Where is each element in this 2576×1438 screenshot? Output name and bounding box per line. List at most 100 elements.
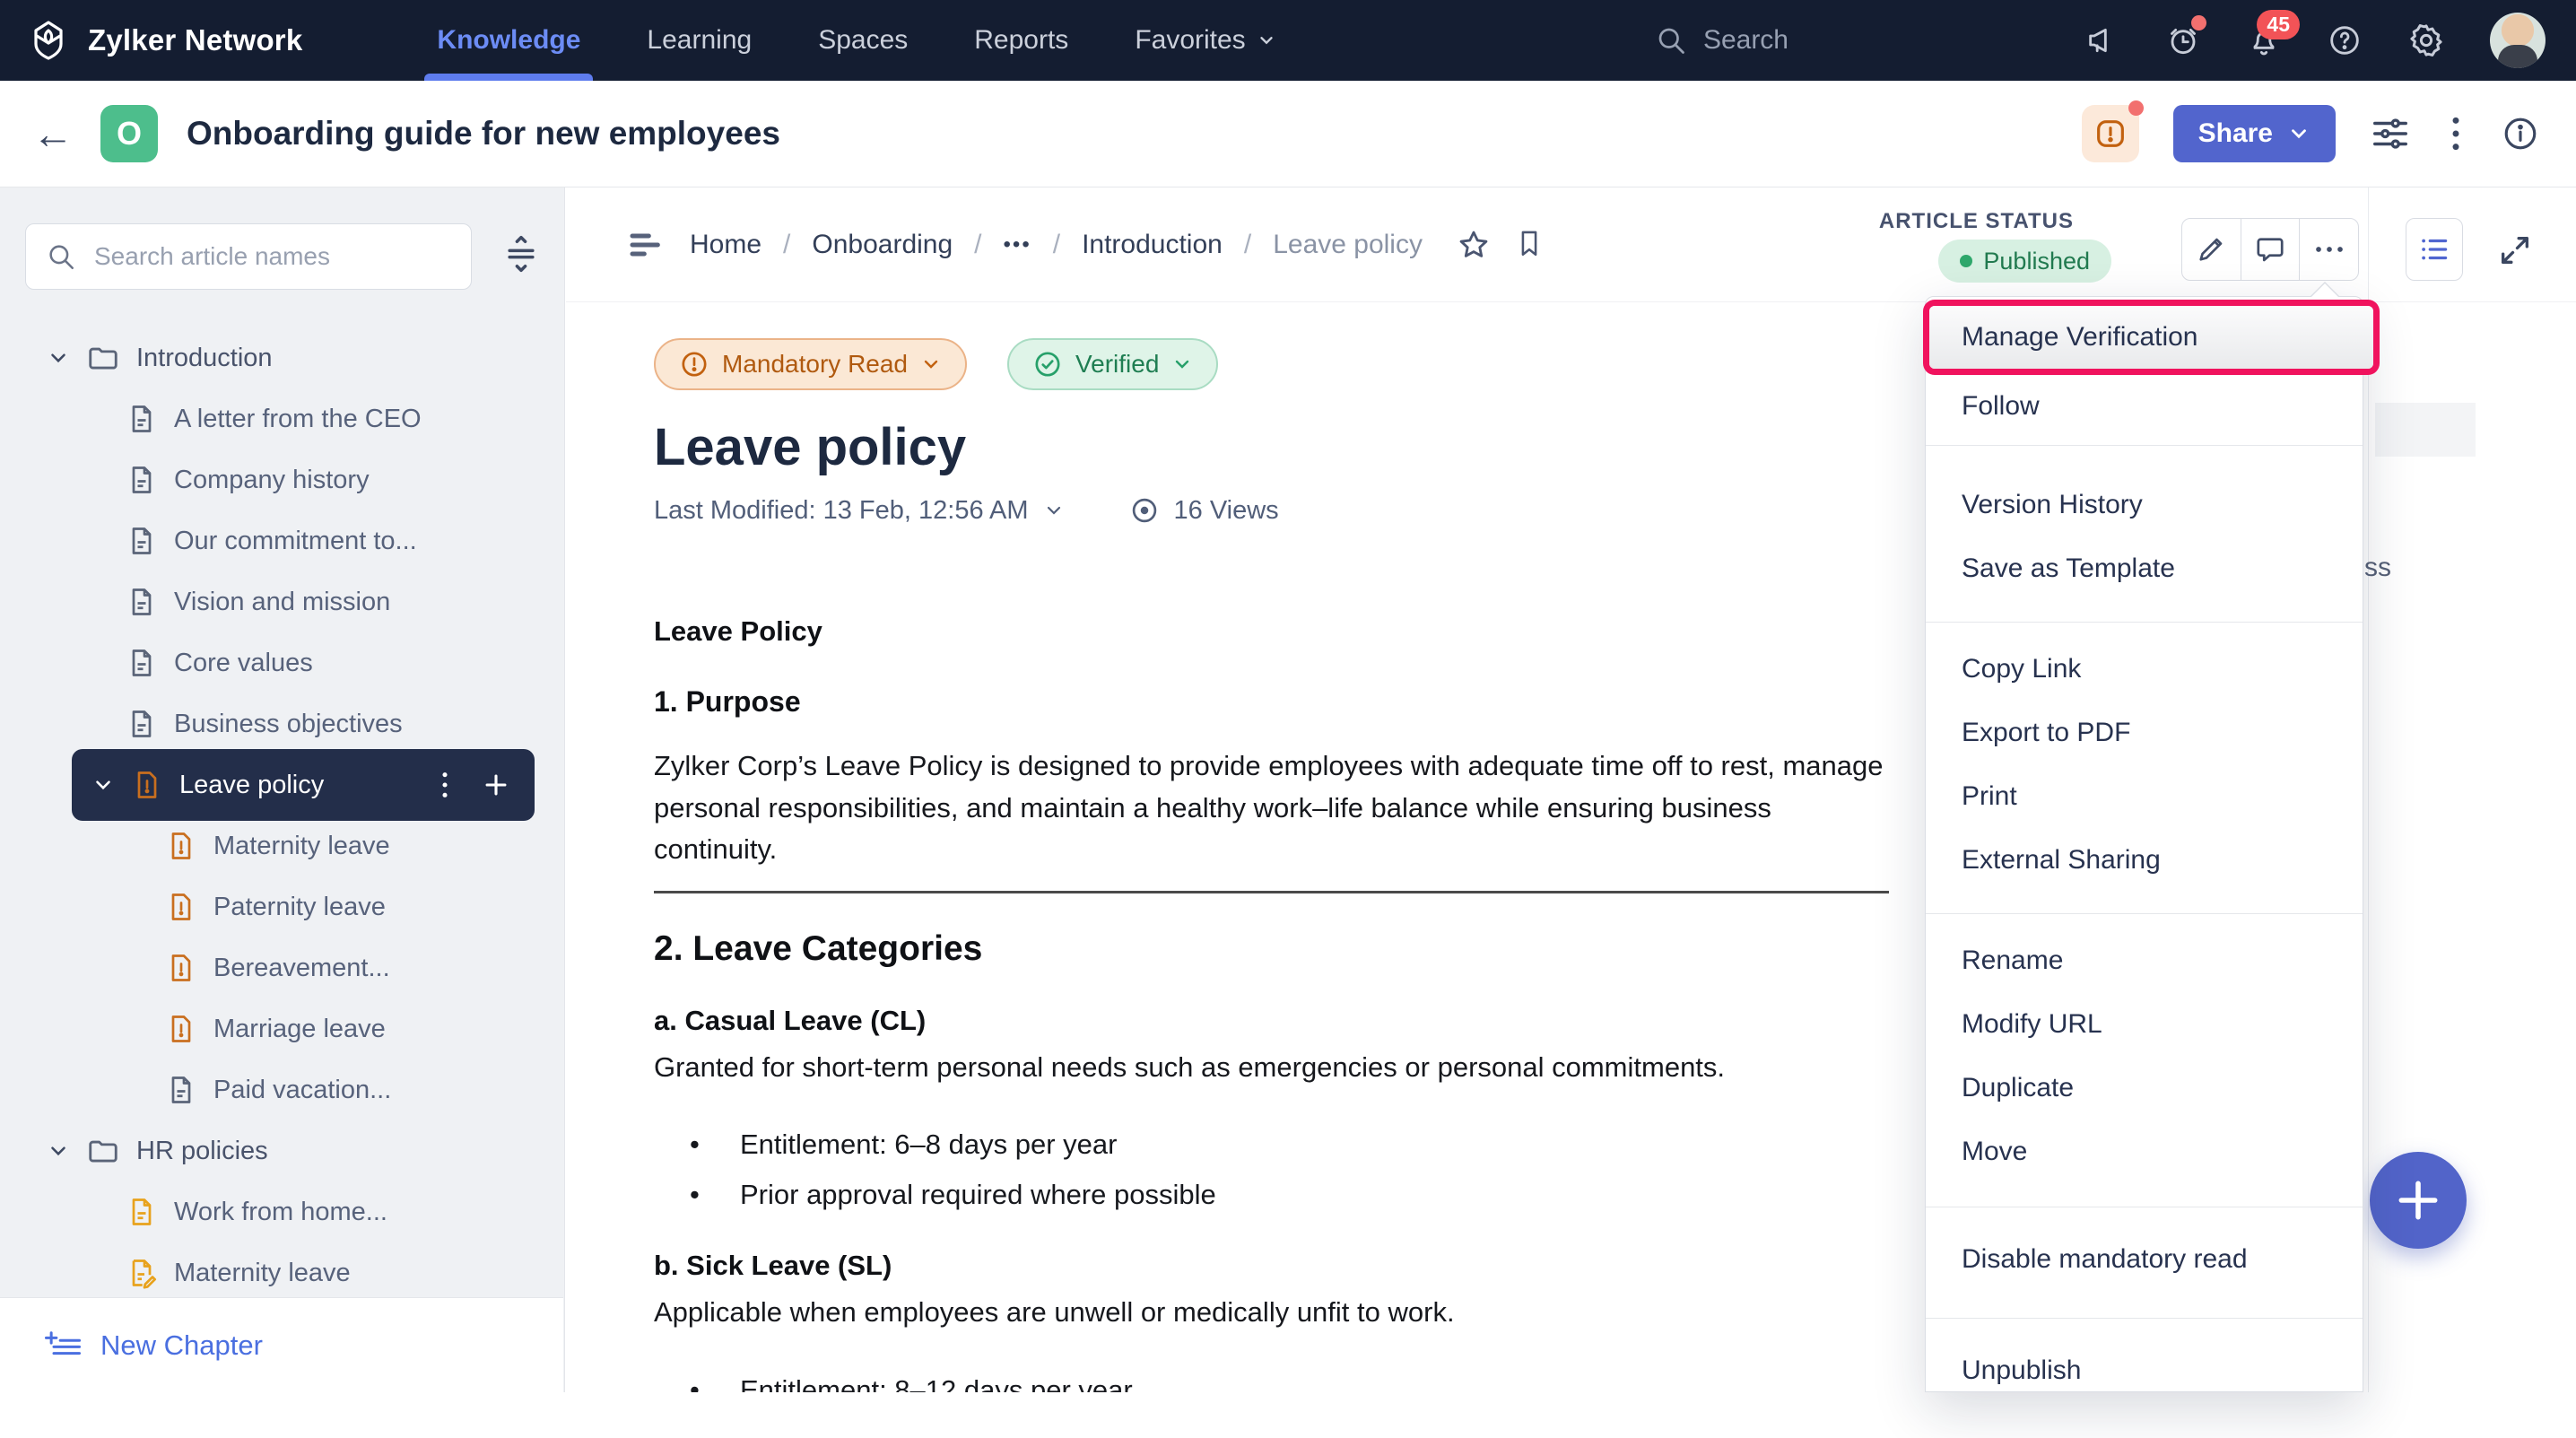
breadcrumb-onboarding[interactable]: Onboarding	[812, 230, 953, 260]
nav-tab-spaces[interactable]: Spaces	[818, 0, 908, 81]
chevron-down-icon[interactable]	[91, 773, 115, 797]
alert-dot	[2128, 100, 2144, 116]
favorite-star-icon[interactable]	[1457, 228, 1491, 262]
tree-article[interactable]: Company history	[0, 449, 564, 510]
top-navbar: Zylker Network Knowledge Learning Spaces…	[0, 0, 2576, 81]
menu-item-external-sharing[interactable]: External Sharing	[1926, 828, 2363, 892]
menu-item-print[interactable]: Print	[1926, 764, 2363, 828]
folder-icon	[86, 1134, 120, 1168]
mandatory-read-chip[interactable]: Mandatory Read	[654, 338, 967, 390]
more-actions-ellipsis-icon[interactable]	[2299, 219, 2358, 280]
plus-icon	[2393, 1175, 2443, 1225]
breadcrumb-introduction[interactable]: Introduction	[1082, 230, 1223, 260]
brand-name: Zylker Network	[88, 23, 302, 57]
tree-subarticle[interactable]: Paternity leave	[0, 876, 564, 937]
brand[interactable]: Zylker Network	[27, 19, 302, 62]
chevron-down-icon	[1171, 353, 1193, 375]
menu-item-manage-verification[interactable]: Manage Verification	[1929, 306, 2373, 369]
last-modified-text[interactable]: Last Modified: 13 Feb, 12:56 AM	[654, 496, 1029, 526]
tree-subarticle[interactable]: Bereavement...	[0, 937, 564, 998]
menu-item-export-to-pdf[interactable]: Export to PDF	[1926, 701, 2363, 764]
article-status-label: ARTICLE STATUS	[1879, 209, 2074, 234]
document-icon	[126, 1196, 158, 1228]
menu-item-version-history[interactable]: Version History	[1926, 473, 2363, 536]
back-arrow-icon[interactable]: ←	[32, 113, 74, 154]
breadcrumb: Home / Onboarding / ••• / Introduction /…	[690, 187, 1545, 302]
share-button[interactable]: Share	[2173, 105, 2336, 162]
comments-icon[interactable]	[2241, 219, 2300, 280]
outline-toggle-icon[interactable]	[628, 227, 664, 263]
zylker-logo-icon	[27, 19, 70, 62]
collapse-expand-all-icon[interactable]	[501, 234, 541, 274]
search-icon	[1655, 24, 1687, 57]
fullscreen-expand-icon[interactable]	[2497, 232, 2533, 268]
tree-article[interactable]: Our commitment to...	[0, 510, 564, 571]
chevron-down-icon[interactable]	[47, 346, 70, 370]
tree-article[interactable]: Vision and mission	[0, 571, 564, 632]
info-icon[interactable]	[2501, 114, 2540, 153]
breadcrumb-collapsed[interactable]: •••	[1004, 232, 1031, 257]
book-header: ← O Onboarding guide for new employees S…	[0, 81, 2576, 187]
verified-chip[interactable]: Verified	[1007, 338, 1218, 390]
right-panel-fragment-text: ss	[2364, 553, 2391, 583]
tree-article[interactable]: A letter from the CEO	[0, 388, 564, 449]
settings-gear-icon[interactable]	[2407, 22, 2445, 59]
menu-item-unpublish[interactable]: Unpublish	[1926, 1338, 2363, 1402]
nav-tab-reports[interactable]: Reports	[974, 0, 1068, 81]
display-settings-icon[interactable]	[2370, 113, 2411, 154]
article-body: Leave Policy 1. Purpose Zylker Corp’s Le…	[654, 615, 1889, 1392]
breadcrumb-leave-policy: Leave policy	[1273, 230, 1423, 260]
more-actions-menu: Manage Verification Follow Version Histo…	[1925, 296, 2363, 1392]
edit-pencil-icon[interactable]	[2182, 219, 2241, 280]
menu-item-duplicate[interactable]: Duplicate	[1926, 1056, 2363, 1120]
menu-item-rename[interactable]: Rename	[1926, 928, 2363, 992]
menu-item-follow[interactable]: Follow	[1926, 374, 2363, 438]
sidebar-search-box[interactable]	[25, 223, 472, 290]
tree-article[interactable]: Core values	[0, 632, 564, 693]
nav-tab-favorites[interactable]: Favorites	[1135, 0, 1275, 81]
help-icon[interactable]	[2327, 22, 2363, 58]
chevron-down-icon	[920, 353, 942, 375]
tree-subarticle[interactable]: Maternity leave	[0, 815, 564, 876]
menu-item-save-as-template[interactable]: Save as Template	[1926, 536, 2363, 600]
article-title: Leave policy	[654, 417, 1889, 477]
notifications-bell-icon[interactable]: 45	[2246, 22, 2282, 58]
global-search[interactable]: Search	[1655, 24, 1788, 57]
navbar-right: Search 45	[1655, 0, 2546, 81]
create-fab-button[interactable]	[2370, 1152, 2467, 1249]
menu-item-copy-link[interactable]: Copy Link	[1926, 637, 2363, 701]
menu-item-disable-mandatory-read[interactable]: Disable mandatory read	[1926, 1227, 2363, 1291]
views-eye-icon	[1129, 495, 1160, 526]
user-avatar[interactable]	[2490, 13, 2546, 68]
tree-chapter-introduction[interactable]: Introduction	[0, 327, 564, 388]
chevron-down-icon	[2287, 122, 2311, 145]
tree-article[interactable]: Work from home...	[0, 1181, 564, 1242]
mandatory-read-alert-button[interactable]	[2082, 105, 2139, 162]
nav-tab-learning[interactable]: Learning	[647, 0, 752, 81]
announcements-icon[interactable]	[2084, 22, 2120, 58]
bullet-item: Prior approval required where possible	[654, 1175, 1889, 1214]
tree-article[interactable]: Business objectives	[0, 693, 564, 754]
menu-item-modify-url[interactable]: Modify URL	[1926, 992, 2363, 1056]
tree-article-draft[interactable]: Maternity leave	[0, 1242, 564, 1303]
add-article-plus-icon[interactable]	[481, 770, 511, 800]
item-kebab-icon[interactable]	[439, 770, 450, 800]
tree-subarticle[interactable]: Paid vacation...	[0, 1059, 564, 1120]
more-options-kebab-icon[interactable]	[2445, 114, 2467, 153]
nav-tab-knowledge[interactable]: Knowledge	[437, 0, 580, 81]
heading-leave-categories: 2. Leave Categories	[654, 929, 1889, 969]
chevron-down-icon[interactable]	[47, 1139, 70, 1163]
tree-article-leave-policy-selected[interactable]: Leave policy	[72, 749, 535, 821]
menu-item-move[interactable]: Move	[1926, 1120, 2363, 1183]
sidebar-search-input[interactable]	[94, 242, 417, 271]
article-status-badge[interactable]: Published	[1938, 240, 2111, 283]
breadcrumb-home[interactable]: Home	[690, 230, 761, 260]
table-of-contents-button[interactable]	[2406, 218, 2463, 281]
document-mandatory-icon	[131, 769, 163, 801]
tree-subarticle[interactable]: Marriage leave	[0, 998, 564, 1059]
tree-chapter-hr-policies[interactable]: HR policies	[0, 1120, 564, 1181]
bookmark-icon[interactable]	[1514, 228, 1545, 262]
new-chapter-button[interactable]: New Chapter	[0, 1297, 563, 1392]
reminders-icon[interactable]	[2165, 22, 2201, 58]
document-icon	[165, 1074, 197, 1106]
